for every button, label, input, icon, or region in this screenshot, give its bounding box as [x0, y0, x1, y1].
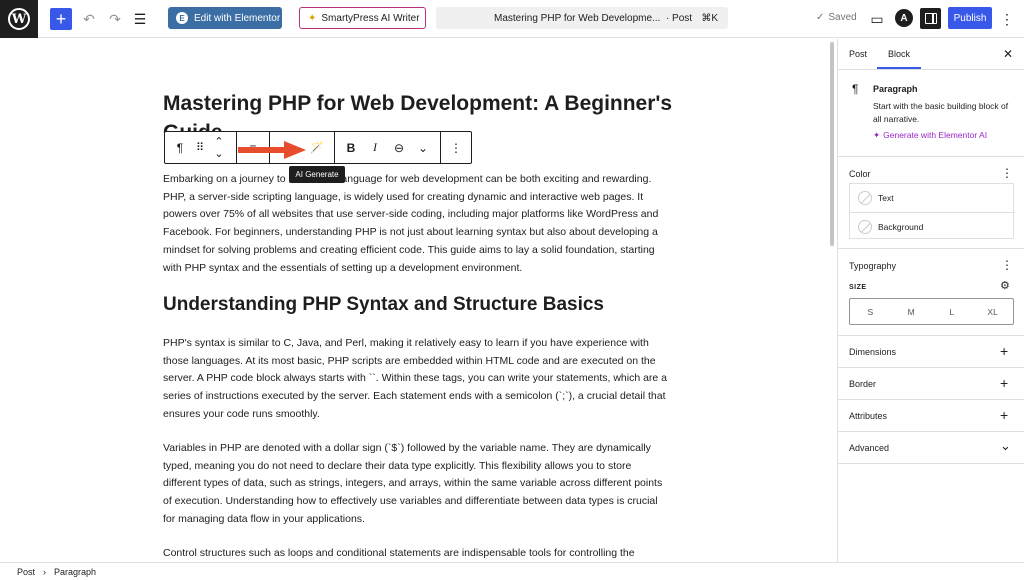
wordpress-logo-button[interactable]: W — [0, 0, 38, 38]
attributes-panel[interactable]: Attributes + — [838, 400, 1024, 432]
empty-swatch-icon — [858, 191, 872, 205]
advanced-title: Advanced — [849, 443, 890, 453]
italic-button[interactable]: I — [364, 132, 386, 163]
list-view-icon[interactable]: ☰ — [131, 7, 149, 31]
red-arrow-annotation — [238, 141, 306, 159]
block-card: ¶ Paragraph Start with the basic buildin… — [838, 70, 1024, 157]
plus-icon[interactable]: + — [1000, 375, 1008, 391]
dimensions-panel[interactable]: Dimensions + — [838, 336, 1024, 368]
paragraph-icon[interactable]: ¶ — [169, 132, 191, 163]
generate-with-elementor-ai-link[interactable]: ✦ Generate with Elementor AI — [873, 130, 987, 141]
chevron-down-icon[interactable]: ⌄ — [1000, 438, 1011, 454]
background-color-option[interactable]: Background — [850, 212, 1015, 240]
breadcrumb-paragraph[interactable]: Paragraph — [54, 567, 96, 577]
canvas-scroll-thumb[interactable] — [830, 42, 834, 246]
custom-size-icon[interactable]: ⚙ — [1000, 279, 1010, 292]
elementor-icon: E — [176, 12, 188, 24]
color-options-icon[interactable]: ⋮ — [1001, 166, 1013, 180]
options-more-icon[interactable]: ⋮ — [997, 7, 1017, 31]
active-tab-indicator — [877, 67, 921, 69]
chevron-right-icon: › — [43, 566, 47, 577]
preview-icon[interactable]: ▭ — [869, 7, 885, 31]
publish-button[interactable]: Publish — [948, 7, 992, 29]
sidebar-tabs: Post Block ✕ — [838, 39, 1024, 70]
ai-generate-tooltip: AI Generate — [289, 166, 345, 183]
document-bar[interactable]: Mastering PHP for Web Developme... · Pos… — [436, 7, 728, 29]
paragraph-block[interactable]: PHP's syntax is similar to C, Java, and … — [163, 335, 669, 424]
paragraph-block[interactable]: Variables in PHP are denoted with a doll… — [163, 440, 669, 529]
block-toolbar: ¶ ⠿ ⌃ ⌄ ≡ 🪄 B I ⊖ ⌄ ⋮ — [164, 131, 472, 164]
size-option-l[interactable]: L — [932, 299, 973, 324]
undo-icon[interactable]: ↶ — [80, 7, 98, 31]
size-option-s[interactable]: S — [850, 299, 891, 324]
color-settings: Text Background — [849, 183, 1015, 240]
settings-sidebar-toggle-icon[interactable] — [920, 8, 941, 29]
plus-icon[interactable]: + — [1000, 343, 1008, 359]
size-option-xl[interactable]: XL — [972, 299, 1013, 324]
saved-label: Saved — [828, 12, 857, 23]
paragraph-block-icon: ¶ — [852, 82, 859, 96]
document-title: Mastering PHP for Web Developme... · Pos… — [494, 12, 693, 24]
astra-icon[interactable]: A — [895, 9, 913, 27]
advanced-panel[interactable]: Advanced ⌄ — [838, 432, 1024, 464]
more-rich-text-chevron-icon[interactable]: ⌄ — [412, 132, 434, 163]
bold-button[interactable]: B — [340, 132, 362, 163]
check-icon: ✓ — [816, 12, 825, 23]
dimensions-title: Dimensions — [849, 347, 897, 357]
tab-post[interactable]: Post — [849, 49, 867, 59]
block-name: Paragraph — [873, 84, 918, 94]
saved-status: ✓ Saved — [816, 12, 857, 23]
size-label: SIZE — [849, 284, 867, 291]
drag-handle-icon[interactable]: ⠿ — [191, 132, 209, 163]
tab-block[interactable]: Block — [888, 49, 910, 59]
plus-icon[interactable]: + — [1000, 407, 1008, 423]
border-title: Border — [849, 379, 877, 389]
ai-sparkle-icon: ✦ — [873, 130, 881, 140]
smartypress-ai-writer-button[interactable]: ✦ SmartyPress AI Writer — [299, 7, 426, 29]
edit-with-elementor-button[interactable]: E Edit with Elementor — [168, 7, 282, 29]
edit-with-elementor-label: Edit with Elementor — [194, 12, 281, 24]
size-option-m[interactable]: M — [891, 299, 932, 324]
block-breadcrumb: Post › Paragraph — [0, 562, 1024, 580]
border-panel[interactable]: Border + — [838, 368, 1024, 400]
close-icon[interactable]: ✕ — [1003, 47, 1013, 61]
block-options-icon[interactable]: ⋮ — [445, 132, 467, 163]
block-description: Start with the basic building block of a… — [873, 101, 1009, 124]
color-panel-title[interactable]: Color — [849, 169, 871, 179]
editor-top-bar: W + ↶ ↷ ☰ E Edit with Elementor ✦ Smarty… — [0, 0, 1024, 38]
heading-block[interactable]: Understanding PHP Syntax and Structure B… — [163, 294, 604, 316]
breadcrumb-post[interactable]: Post — [17, 567, 35, 577]
typography-options-icon[interactable]: ⋮ — [1001, 258, 1013, 272]
settings-sidebar: Post Block ✕ ¶ Paragraph Start with the … — [837, 39, 1024, 562]
command-shortcut: ⌘K — [701, 12, 718, 24]
paragraph-block[interactable]: Embarking on a journey to learn PHP lang… — [163, 171, 669, 277]
redo-icon[interactable]: ↷ — [106, 7, 124, 31]
empty-swatch-icon — [858, 219, 872, 234]
move-down-icon[interactable]: ⌄ — [211, 138, 227, 169]
paragraph-block[interactable]: Control structures such as loops and con… — [163, 545, 669, 563]
typography-panel-title[interactable]: Typography — [849, 261, 896, 271]
smartypress-label: SmartyPress AI Writer — [321, 12, 420, 24]
link-icon[interactable]: ⊖ — [388, 132, 410, 163]
text-color-option[interactable]: Text — [850, 184, 1015, 212]
wordpress-icon: W — [8, 8, 30, 30]
attributes-title: Attributes — [849, 411, 888, 421]
font-size-picker: S M L XL — [849, 298, 1014, 325]
sparkle-icon: ✦ — [308, 12, 317, 24]
add-block-button[interactable]: + — [50, 8, 72, 30]
